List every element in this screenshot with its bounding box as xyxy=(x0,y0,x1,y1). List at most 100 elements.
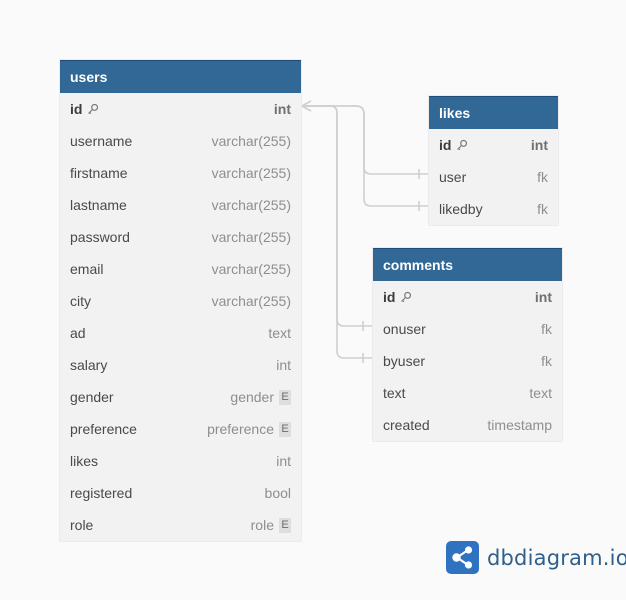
field-type-text: int xyxy=(534,289,552,305)
field-row-id[interactable]: id int xyxy=(429,129,558,161)
field-name-text: text xyxy=(383,385,406,401)
field-list: id int onuser fk byuser fk text text created time… xyxy=(373,281,562,441)
field-name-text: likes xyxy=(70,453,99,469)
field-row-registered[interactable]: registered bool xyxy=(60,477,301,509)
field-row-likes[interactable]: likes int xyxy=(60,445,301,477)
field-row-onuser[interactable]: onuser fk xyxy=(373,313,562,345)
field-type: fk xyxy=(537,169,548,185)
field-name-text: password xyxy=(70,229,130,245)
brand-logo[interactable]: dbdiagram.io xyxy=(446,541,626,574)
table-users[interactable]: users id int username varchar(255) firstname… xyxy=(60,60,301,541)
field-row-username[interactable]: username varchar(255) xyxy=(60,125,301,157)
field-row-password[interactable]: password varchar(255) xyxy=(60,221,301,253)
field-row-ad[interactable]: ad text xyxy=(60,317,301,349)
field-type-text: preference xyxy=(207,421,274,437)
field-row-salary[interactable]: salary int xyxy=(60,349,301,381)
field-name: gender xyxy=(70,389,114,405)
field-type-text: fk xyxy=(537,169,548,185)
field-row-gender[interactable]: gender gender E xyxy=(60,381,301,413)
brand-name: dbdiagram.io xyxy=(487,545,626,570)
field-type-text: varchar(255) xyxy=(211,133,291,149)
field-name: likes xyxy=(70,453,98,469)
field-name: user xyxy=(439,169,466,185)
field-name: id xyxy=(70,101,99,117)
field-type: int xyxy=(535,289,552,305)
field-type-text: fk xyxy=(537,201,548,217)
field-row-created[interactable]: created timestamp xyxy=(373,409,562,441)
field-type: text xyxy=(268,325,291,341)
field-name-text: onuser xyxy=(383,321,426,337)
field-type: varchar(255) xyxy=(212,197,291,213)
field-name: password xyxy=(70,229,130,245)
field-type-text: varchar(255) xyxy=(211,197,291,213)
field-name: firstname xyxy=(70,165,128,181)
field-name-text: user xyxy=(439,169,467,185)
table-comments[interactable]: comments id int onuser fk byuser fk text text cr… xyxy=(373,248,562,441)
field-row-lastname[interactable]: lastname varchar(255) xyxy=(60,189,301,221)
field-type-text: int xyxy=(530,137,548,153)
field-type-text: varchar(255) xyxy=(211,293,291,309)
dbdiagram-logo-icon xyxy=(446,541,479,574)
field-type-text: fk xyxy=(541,353,552,369)
field-name-text: byuser xyxy=(383,353,426,369)
field-row-firstname[interactable]: firstname varchar(255) xyxy=(60,157,301,189)
field-row-user[interactable]: user fk xyxy=(429,161,558,193)
field-name-text: preference xyxy=(70,421,137,437)
field-type-text: fk xyxy=(541,321,552,337)
enum-badge: E xyxy=(279,517,291,533)
field-name: id xyxy=(383,289,412,305)
primary-key-icon xyxy=(400,291,412,303)
field-row-role[interactable]: role role E xyxy=(60,509,301,541)
field-name: byuser xyxy=(383,353,425,369)
field-row-email[interactable]: email varchar(255) xyxy=(60,253,301,285)
field-name-text: likedby xyxy=(439,201,483,217)
field-name-text: firstname xyxy=(70,165,128,181)
enum-badge: E xyxy=(279,389,291,405)
field-type-text: timestamp xyxy=(487,417,552,433)
field-list: id int username varchar(255) firstname varcha… xyxy=(60,93,301,541)
field-name: email xyxy=(70,261,103,277)
field-row-city[interactable]: city varchar(255) xyxy=(60,285,301,317)
field-name-text: gender xyxy=(70,389,114,405)
field-type: int xyxy=(274,101,291,117)
field-type: fk xyxy=(541,353,552,369)
field-name-text: created xyxy=(383,417,430,433)
field-type: fk xyxy=(537,201,548,217)
field-row-likedby[interactable]: likedby fk xyxy=(429,193,558,225)
field-name-text: id xyxy=(383,289,396,305)
field-name-text: role xyxy=(70,517,94,533)
relation-users-likes-likedby xyxy=(302,105,429,207)
field-name: lastname xyxy=(70,197,127,213)
field-name-text: salary xyxy=(70,357,108,373)
table-header-users[interactable]: users xyxy=(60,60,301,93)
field-type: bool xyxy=(265,485,291,501)
field-name-text: ad xyxy=(70,325,86,341)
field-type-text: varchar(255) xyxy=(211,229,291,245)
field-row-byuser[interactable]: byuser fk xyxy=(373,345,562,377)
field-name-text: id xyxy=(439,137,452,153)
field-type-text: varchar(255) xyxy=(211,165,291,181)
relation-users-comments-byuser xyxy=(302,105,373,359)
field-name: registered xyxy=(70,485,132,501)
field-row-id[interactable]: id int xyxy=(60,93,301,125)
field-type: int xyxy=(276,453,291,469)
field-row-preference[interactable]: preference preference E xyxy=(60,413,301,445)
table-likes[interactable]: likes id int user fk likedby fk xyxy=(429,96,558,225)
field-type: varchar(255) xyxy=(212,261,291,277)
field-name-text: id xyxy=(70,101,83,117)
table-header-likes[interactable]: likes xyxy=(429,96,558,129)
field-row-text[interactable]: text text xyxy=(373,377,562,409)
field-type: text xyxy=(529,385,552,401)
field-type: int xyxy=(276,357,291,373)
field-name: text xyxy=(383,385,406,401)
field-type-text: text xyxy=(268,325,291,341)
field-type: role E xyxy=(251,517,291,533)
field-type: fk xyxy=(541,321,552,337)
field-type: varchar(255) xyxy=(212,133,291,149)
table-header-comments[interactable]: comments xyxy=(373,248,562,281)
field-type: timestamp xyxy=(487,417,552,433)
primary-key-icon xyxy=(456,139,468,151)
field-type-text: gender xyxy=(230,389,274,405)
field-row-id[interactable]: id int xyxy=(373,281,562,313)
field-type: varchar(255) xyxy=(212,165,291,181)
